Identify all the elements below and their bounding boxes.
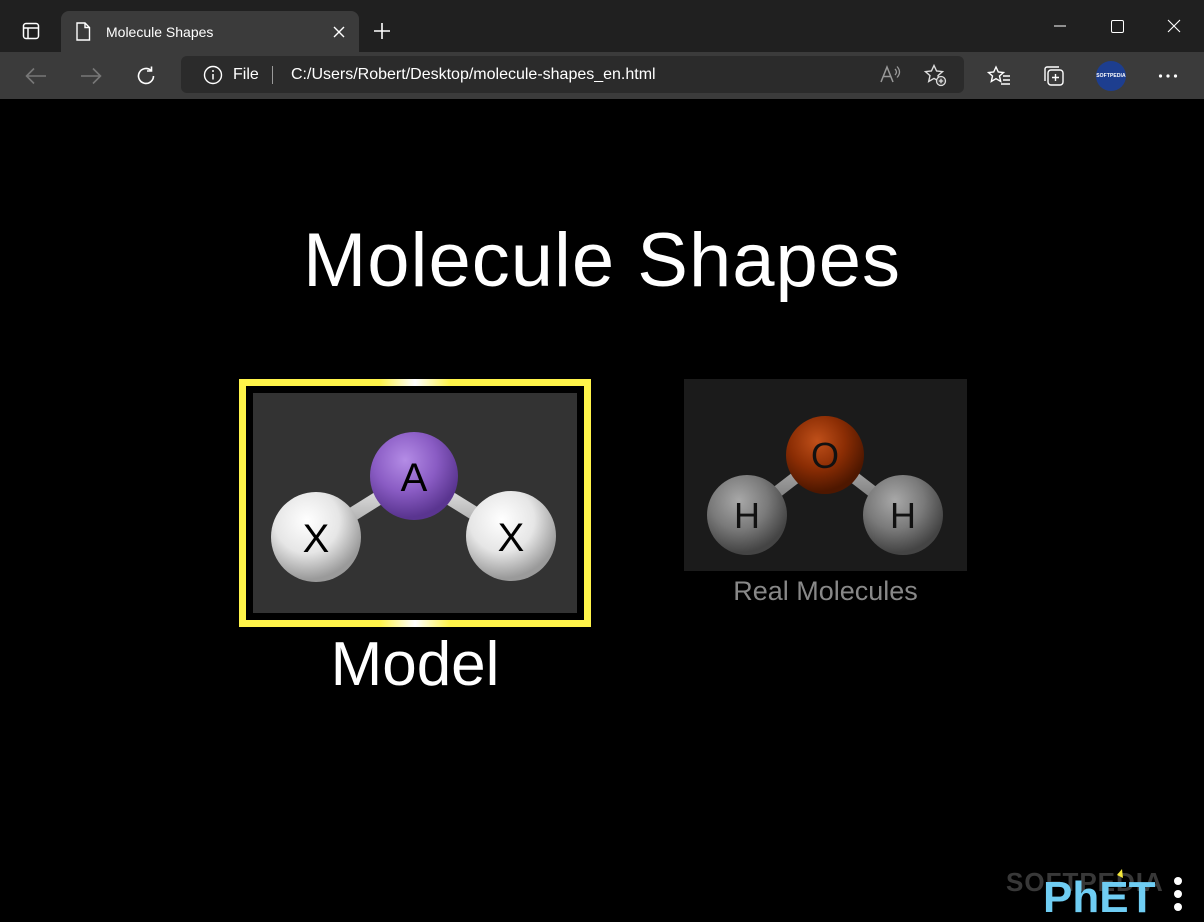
browser-titlebar: Molecule Shapes (0, 0, 1204, 52)
address-url[interactable]: C:/Users/Robert/Desktop/molecule-shapes_… (291, 66, 656, 84)
phet-logo[interactable]: PhET (1043, 869, 1163, 915)
more-icon[interactable] (1154, 62, 1182, 90)
frame-inner: X X A (246, 386, 584, 620)
browser-tab[interactable]: Molecule Shapes (61, 11, 359, 52)
minimize-icon[interactable] (1040, 10, 1080, 42)
maximize-icon[interactable] (1097, 10, 1137, 42)
outer-atom-right-label: X (498, 516, 525, 560)
real-molecules-screen-button[interactable]: H H O (684, 379, 967, 571)
oxygen-label: O (811, 435, 839, 476)
tab-title: Molecule Shapes (106, 23, 214, 40)
model-molecule: X X A (271, 432, 556, 582)
address-scheme: File (233, 66, 259, 83)
close-icon[interactable] (327, 20, 351, 44)
address-separator (272, 66, 273, 84)
outer-atom-left-label: X (303, 517, 330, 561)
close-window-icon[interactable] (1154, 10, 1194, 42)
browser-toolbar: File C:/Users/Robert/Desktop/molecule-sh… (0, 52, 1204, 99)
water-molecule: H H O (707, 416, 943, 555)
model-screen-label[interactable]: Model (239, 629, 591, 700)
real-molecules-screen-label[interactable]: Real Molecules (684, 576, 967, 607)
hydrogen-left-label: H (734, 495, 760, 536)
phet-menu-icon[interactable] (1171, 875, 1185, 913)
collections-icon[interactable] (1040, 62, 1068, 90)
real-molecules-thumbnail: H H O (684, 379, 967, 571)
plus-icon[interactable] (368, 17, 396, 45)
center-atom-label: A (401, 456, 428, 500)
tab-actions-icon[interactable] (14, 14, 48, 48)
hydrogen-right-label: H (890, 495, 916, 536)
forward-arrow-icon[interactable] (75, 60, 107, 92)
page-icon (75, 21, 93, 42)
app-title: Molecule Shapes (302, 218, 902, 303)
model-screen-button[interactable]: X X A (239, 379, 591, 627)
add-favorite-icon[interactable] (923, 63, 947, 87)
page-content: Molecule Shapes X X A Model H H O Real M… (1, 99, 1203, 921)
model-thumbnail: X X A (253, 393, 577, 613)
avatar[interactable]: SOFTPEDIA (1096, 61, 1126, 91)
favorites-icon[interactable] (985, 62, 1013, 90)
back-arrow-icon[interactable] (20, 60, 52, 92)
address-bar[interactable]: File C:/Users/Robert/Desktop/molecule-sh… (181, 56, 964, 93)
refresh-icon[interactable] (130, 60, 162, 92)
phet-logo-text: PhET (1043, 873, 1156, 915)
info-icon[interactable] (203, 65, 223, 85)
read-aloud-icon[interactable] (878, 63, 902, 87)
